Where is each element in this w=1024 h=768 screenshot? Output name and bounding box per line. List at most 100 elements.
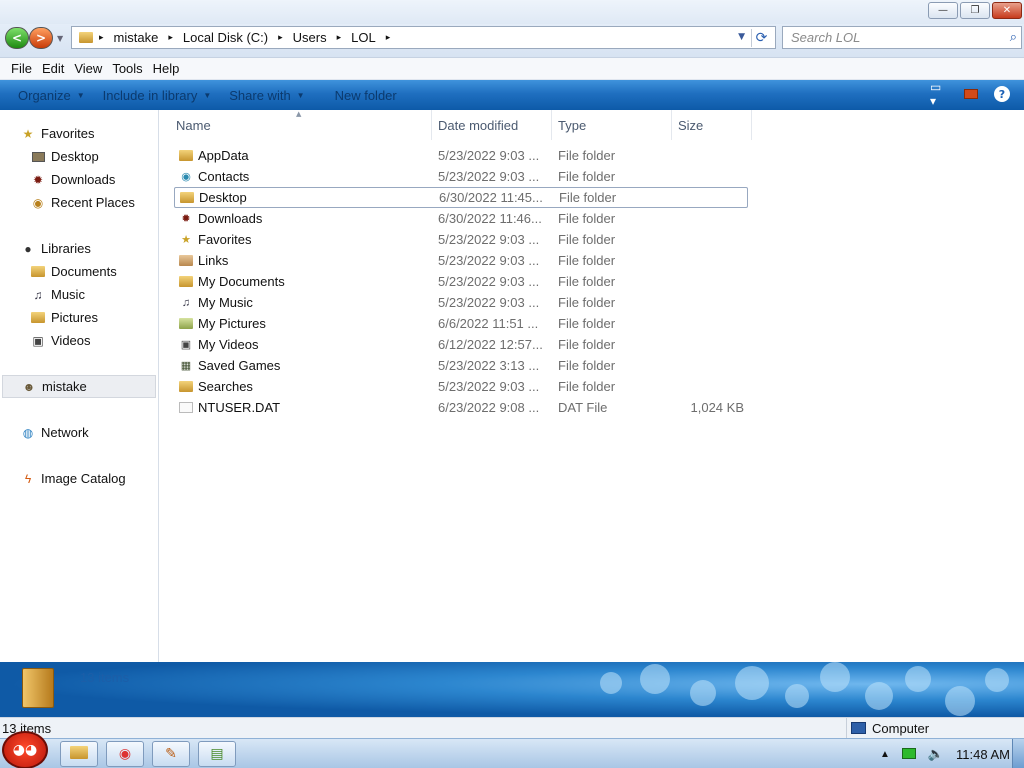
file-name: My Videos bbox=[198, 337, 259, 352]
start-button[interactable]: ◕◕ bbox=[2, 731, 48, 768]
maximize-button[interactable]: ❐ bbox=[960, 2, 990, 19]
toolbar-right: ▭ ▾ ? bbox=[930, 80, 1010, 108]
show-desktop-button[interactable] bbox=[1012, 739, 1024, 768]
file-row[interactable]: ◉ Contacts 5/23/2022 9:03 ... File folder bbox=[174, 166, 748, 187]
nav-image-catalog-label: Image Catalog bbox=[41, 471, 126, 486]
breadcrumb-lol[interactable]: LOL bbox=[351, 30, 376, 45]
forward-button[interactable]: > bbox=[29, 27, 53, 49]
command-bar: Organize ▼ Include in library ▼ Share with… bbox=[0, 80, 1024, 110]
nav-downloads[interactable]: ✹ Downloads bbox=[0, 168, 158, 191]
star-icon: ★ bbox=[181, 234, 191, 246]
menu-file[interactable]: File bbox=[11, 61, 32, 76]
refresh-button[interactable]: ⟳ bbox=[751, 29, 771, 47]
nav-desktop[interactable]: Desktop bbox=[0, 145, 158, 168]
column-header-date[interactable]: Date modified bbox=[432, 110, 552, 140]
new-folder-button[interactable]: New folder bbox=[335, 88, 397, 103]
breadcrumb-separator[interactable]: ▸ bbox=[278, 33, 283, 43]
menu-tools[interactable]: Tools bbox=[112, 61, 142, 76]
file-row[interactable]: My Documents 5/23/2022 9:03 ... File folde… bbox=[174, 271, 748, 292]
nav-libraries-label: Libraries bbox=[41, 241, 91, 256]
show-hidden-icons-icon[interactable]: ▲ bbox=[880, 749, 890, 760]
file-row[interactable]: ▣ My Videos 6/12/2022 12:57... File folder bbox=[174, 334, 748, 355]
breadcrumb-separator[interactable]: ▸ bbox=[168, 33, 173, 43]
file-date: 5/23/2022 9:03 ... bbox=[438, 169, 540, 184]
file-row[interactable]: Searches 5/23/2022 9:03 ... File folder bbox=[174, 376, 748, 397]
documents-icon bbox=[30, 264, 46, 280]
nav-image-catalog[interactable]: ϟ Image Catalog bbox=[0, 467, 158, 490]
file-name: Desktop bbox=[199, 190, 247, 205]
menu-view[interactable]: View bbox=[74, 61, 102, 76]
file-date: 5/23/2022 9:03 ... bbox=[438, 379, 540, 394]
include-in-library-button[interactable]: Include in library ▼ bbox=[103, 88, 212, 103]
recent-pages-dropdown[interactable]: ▼ bbox=[57, 34, 63, 43]
nav-downloads-label: Downloads bbox=[51, 172, 116, 187]
nav-favorites[interactable]: ★ Favorites bbox=[0, 122, 158, 145]
nav-music[interactable]: ♫ Music bbox=[0, 283, 158, 306]
menu-bar: File Edit View Tools Help bbox=[0, 58, 1024, 80]
file-row[interactable]: NTUSER.DAT 6/23/2022 9:08 ... DAT File 1,02… bbox=[174, 397, 748, 418]
nav-recent-places[interactable]: ◉ Recent Places bbox=[0, 191, 158, 214]
taskbar-app-button[interactable]: ✎ bbox=[152, 741, 190, 767]
column-header-type[interactable]: Type bbox=[552, 110, 672, 140]
nav-network[interactable]: ◍ Network bbox=[0, 421, 158, 444]
column-header-size[interactable]: Size bbox=[672, 110, 752, 140]
search-icon[interactable]: ⌕ bbox=[1010, 30, 1017, 45]
volume-icon[interactable]: 🔈 bbox=[928, 746, 944, 762]
chevron-down-icon: ▼ bbox=[296, 90, 305, 100]
nav-pictures[interactable]: Pictures bbox=[0, 306, 158, 329]
taskbar-chrome-button[interactable]: ◉ bbox=[106, 741, 144, 767]
taskbar-archive-button[interactable]: ▤ bbox=[198, 741, 236, 767]
organize-button[interactable]: Organize ▼ bbox=[18, 88, 85, 103]
file-name: My Pictures bbox=[198, 316, 266, 331]
file-name: NTUSER.DAT bbox=[198, 400, 281, 415]
file-type: File folder bbox=[558, 379, 616, 394]
help-icon[interactable]: ? bbox=[994, 86, 1010, 102]
file-date: 6/23/2022 9:08 ... bbox=[438, 400, 540, 415]
file-row[interactable]: My Pictures 6/6/2022 11:51 ... File folder bbox=[174, 313, 748, 334]
nav-documents[interactable]: Documents bbox=[0, 260, 158, 283]
breadcrumb-computer[interactable]: mistake bbox=[114, 30, 159, 45]
menu-help[interactable]: Help bbox=[153, 61, 180, 76]
breadcrumb-local-disk[interactable]: Local Disk (C:) bbox=[183, 30, 268, 45]
clock[interactable]: 11:48 AM bbox=[956, 747, 1010, 762]
share-with-button[interactable]: Share with ▼ bbox=[229, 88, 304, 103]
address-bar[interactable]: ▸ mistake ▸ Local Disk (C:) ▸ Users ▸ LO… bbox=[71, 26, 776, 49]
view-options-icon[interactable]: ▭ ▾ bbox=[930, 80, 948, 108]
nav-pictures-label: Pictures bbox=[51, 310, 98, 325]
breadcrumb-users[interactable]: Users bbox=[293, 30, 327, 45]
file-row[interactable]: Desktop 6/30/2022 11:45... File folder bbox=[174, 187, 748, 208]
back-button[interactable]: < bbox=[5, 27, 29, 49]
breadcrumb-separator[interactable]: ▸ bbox=[337, 33, 342, 43]
file-date: 6/6/2022 11:51 ... bbox=[438, 316, 539, 331]
file-list: Name ▲ Date modified Type Size AppData 5/… bbox=[160, 110, 1024, 662]
breadcrumb-separator[interactable]: ▸ bbox=[99, 33, 104, 43]
nav-libraries[interactable]: ● Libraries bbox=[0, 237, 158, 260]
folder-icon bbox=[78, 30, 94, 46]
file-row[interactable]: ★ Favorites 5/23/2022 9:03 ... File folder bbox=[174, 229, 748, 250]
nav-videos[interactable]: ▣ Videos bbox=[0, 329, 158, 352]
address-dropdown-icon[interactable]: ▼ bbox=[738, 32, 745, 42]
nav-user-mistake[interactable]: ☻ mistake bbox=[2, 375, 156, 398]
pictures-folder-icon bbox=[178, 316, 194, 332]
file-row[interactable]: AppData 5/23/2022 9:03 ... File folder bbox=[174, 145, 748, 166]
close-button[interactable]: ✕ bbox=[992, 2, 1022, 19]
breadcrumb-separator[interactable]: ▸ bbox=[386, 33, 391, 43]
preview-pane-icon[interactable] bbox=[962, 86, 980, 102]
new-folder-label: New folder bbox=[334, 87, 397, 103]
search-input[interactable] bbox=[791, 30, 991, 45]
file-date: 6/12/2022 12:57... bbox=[438, 337, 543, 352]
share-with-label: Share with bbox=[229, 87, 291, 103]
menu-edit[interactable]: Edit bbox=[42, 61, 64, 76]
file-row[interactable]: Links 5/23/2022 9:03 ... File folder bbox=[174, 250, 748, 271]
file-type: File folder bbox=[558, 211, 616, 226]
angry-bird-icon: ◕◕ bbox=[12, 742, 38, 758]
taskbar-explorer-button[interactable] bbox=[60, 741, 98, 767]
file-row[interactable]: ♫ My Music 5/23/2022 9:03 ... File folder bbox=[174, 292, 748, 313]
battery-icon[interactable] bbox=[901, 747, 916, 762]
image-catalog-icon: ϟ bbox=[24, 471, 32, 486]
minimize-button[interactable]: — bbox=[928, 2, 958, 19]
file-row[interactable]: ▦ Saved Games 5/23/2022 3:13 ... File folde… bbox=[174, 355, 748, 376]
user-folder-icon: ☻ bbox=[22, 379, 36, 394]
file-name: Links bbox=[198, 253, 229, 268]
file-row[interactable]: ✹ Downloads 6/30/2022 11:46... File folder bbox=[174, 208, 748, 229]
